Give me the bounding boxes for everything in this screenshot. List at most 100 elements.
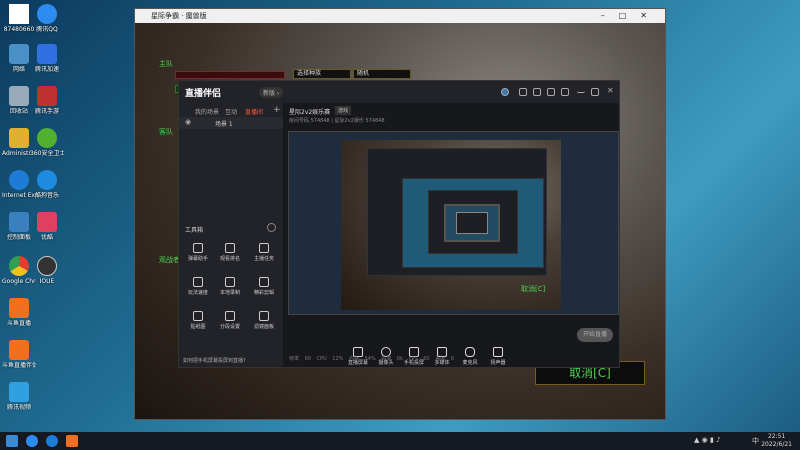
race-value[interactable]: 随机: [353, 69, 411, 79]
360-icon: [37, 128, 57, 148]
sidebar: 我的场景 互动 直播间 + ◉ 场景 1 工具箱 弹幕助手 观看排名 主播任务 …: [179, 103, 283, 367]
stat-item: CPU 12%: [316, 356, 344, 362]
room-meta: 房间号码 574848 | 星际2v2娱乐 574848: [289, 118, 385, 124]
task-icon: [259, 243, 269, 253]
stat-item: 帧率 60: [289, 356, 311, 362]
segment-icon: [225, 311, 235, 321]
youku-icon: [37, 212, 57, 232]
stat-item: FPS 60: [408, 356, 430, 362]
accelerator-icon: [37, 44, 57, 64]
qq-icon: [37, 4, 57, 24]
mobile-games-icon: [37, 86, 57, 106]
stat-item: 丢帧 0: [435, 356, 454, 362]
kugou-icon: [37, 170, 57, 190]
gift-icon[interactable]: [519, 88, 527, 96]
desktop-icon-qq[interactable]: 腾讯QQ: [30, 4, 64, 33]
scene-label: 场景 1: [215, 121, 233, 128]
desktop-icon-douyu-companion[interactable]: 斗鱼直播伴侣: [2, 340, 36, 369]
eye-icon[interactable]: ◉: [185, 118, 191, 126]
menu-icon[interactable]: [561, 88, 569, 96]
maximize-icon[interactable]: [591, 88, 599, 96]
avatar[interactable]: [501, 88, 509, 96]
sticker-icon: [193, 311, 203, 321]
stat-item: 内存 54%: [349, 356, 376, 362]
tool-segment[interactable]: 分段设置: [217, 311, 243, 330]
speed-icon: [193, 277, 203, 287]
window-controls[interactable]: –□✕: [601, 9, 661, 23]
app-logo: 直播伴侣: [185, 89, 222, 99]
game-titlebar[interactable]: 星际争霸 · 魔兽版 –□✕: [135, 9, 665, 23]
team3-label: 观战者: [159, 256, 180, 264]
tencent-video-icon: [9, 382, 29, 402]
scene-row[interactable]: ◉ 场景 1: [179, 117, 283, 129]
tools-settings-icon[interactable]: [267, 223, 276, 232]
tool-streamer-task[interactable]: 主播任务: [251, 243, 277, 262]
douyu-companion-icon: [9, 340, 29, 360]
room-tag[interactable]: 游戏: [335, 106, 352, 115]
recycle-bin-icon: [9, 86, 29, 106]
app-header: 直播伴侣 新版 › ✕: [179, 81, 619, 103]
filter-icon: [259, 311, 269, 321]
footer-tip[interactable]: 如何把手机屏幕投屏到直播?: [183, 357, 246, 364]
desktop-icon-360[interactable]: 360安全卫士: [30, 128, 64, 157]
room-title: 星际2v2娱乐赛: [289, 109, 331, 116]
race-select[interactable]: 选择种族: [293, 69, 351, 79]
preview-cancel-label: 取消[C]: [521, 285, 546, 293]
tool-sticker[interactable]: 贴纸图: [185, 311, 211, 330]
team2-label: 客队: [159, 128, 173, 136]
tools-title: 工具箱: [185, 227, 204, 234]
tab-scenes[interactable]: 我的场景: [195, 107, 219, 116]
stat-item: 码率 0k: [381, 356, 403, 362]
desktop-icon-youku[interactable]: 优酷: [30, 212, 64, 241]
chrome-icon: [9, 256, 29, 276]
taskbar: ▲ ◉ ▮ ♪ 中 22:51 2022/6/21: [0, 432, 800, 450]
user-icon: [9, 4, 29, 24]
desktop-icon-accelerator[interactable]: 腾讯加速: [30, 44, 64, 73]
input-language[interactable]: 中: [752, 436, 759, 446]
tab-interaction[interactable]: 互动: [225, 107, 237, 116]
douyu-icon: [9, 298, 29, 318]
tool-viewer-rank[interactable]: 观看排名: [217, 243, 243, 262]
speaker-icon: [493, 347, 503, 357]
start-stream-button[interactable]: 开始直播: [577, 328, 613, 342]
team-label: 主队: [159, 60, 173, 68]
desktop-icon-mobile-games[interactable]: 腾讯手游: [30, 86, 64, 115]
desktop-icon-tencent-video[interactable]: 腾讯视频: [2, 382, 36, 411]
microphone-icon: [465, 347, 475, 357]
stats-bar: 帧率 60 CPU 12% 内存 54% 码率 0k FPS 60 丢帧 0: [289, 355, 454, 362]
app-version-badge[interactable]: 新版 ›: [259, 87, 284, 98]
tool-danmaku[interactable]: 弹幕助手: [185, 243, 211, 262]
mail-icon[interactable]: [547, 88, 555, 96]
control-panel-icon: [9, 212, 29, 232]
tool-local-record[interactable]: 本地录制: [217, 277, 243, 296]
desktop-icon-kugou[interactable]: 酷狗音乐: [30, 170, 64, 199]
desktop-icon-ioue[interactable]: IOUE: [30, 256, 64, 285]
tool-play-speed[interactable]: 玩法速度: [185, 277, 211, 296]
close-icon[interactable]: ✕: [607, 86, 614, 95]
viewer-rank-icon: [225, 243, 235, 253]
ctrl-speaker[interactable]: 扬声器: [481, 347, 515, 366]
start-icon[interactable]: [6, 435, 18, 447]
message-icon[interactable]: [533, 88, 541, 96]
power-icon: [37, 256, 57, 276]
desktop-icon-douyu[interactable]: 斗鱼直播: [2, 298, 36, 327]
add-scene-icon[interactable]: +: [273, 105, 281, 115]
clock-date: 2022/6/21: [761, 441, 792, 448]
tool-filter[interactable]: 滤镜面板: [251, 311, 277, 330]
clip-icon: [259, 277, 269, 287]
nested-capture-6: [456, 212, 488, 234]
ie-icon: [9, 170, 29, 190]
tray-icons[interactable]: ▲ ◉ ▮ ♪: [694, 436, 721, 444]
game-title: 星际争霸 · 魔兽版: [151, 12, 207, 20]
minimize-icon[interactable]: [577, 88, 585, 93]
folder-icon: [9, 128, 29, 148]
taskbar-douyu-icon[interactable]: [66, 435, 78, 447]
clock[interactable]: 22:51 2022/6/21: [761, 433, 792, 449]
taskbar-qq-icon[interactable]: [26, 435, 38, 447]
taskbar-ie-icon[interactable]: [46, 435, 58, 447]
network-icon: [9, 44, 29, 64]
clock-time: 22:51: [767, 433, 786, 440]
tab-live-room[interactable]: 直播间: [245, 107, 263, 116]
player-slot[interactable]: [175, 71, 285, 79]
tool-highlight-clip[interactable]: 精彩剪辑: [251, 277, 277, 296]
